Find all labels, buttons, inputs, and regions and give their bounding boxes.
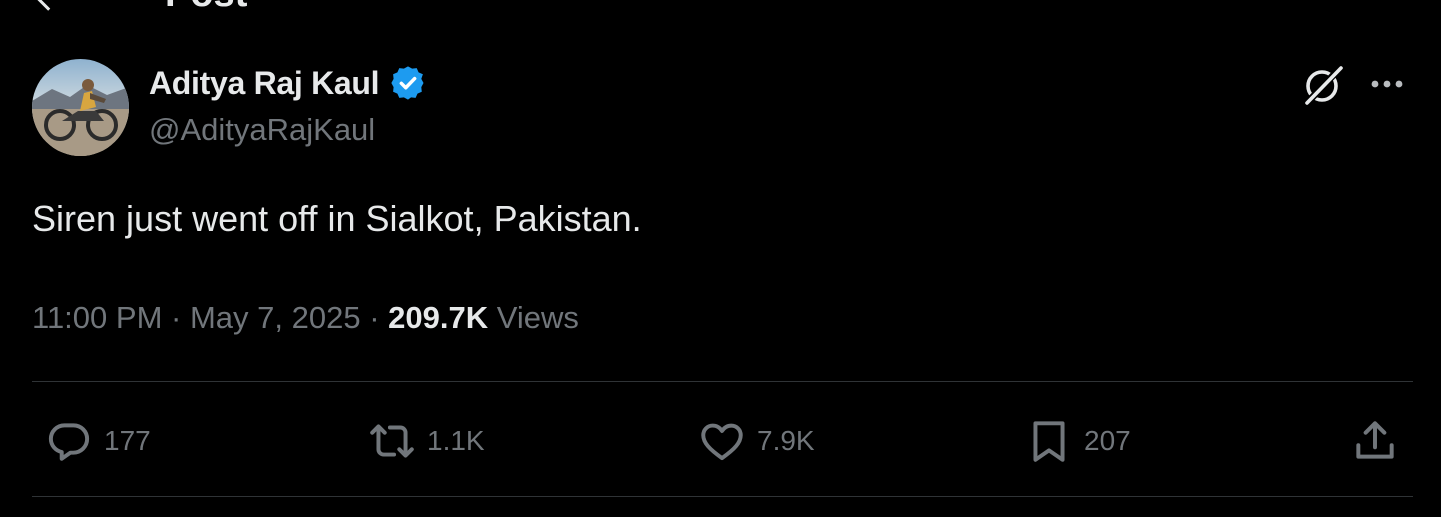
repost-button[interactable]: 1.1K <box>367 416 485 466</box>
meta-separator: · <box>171 300 182 335</box>
repost-icon <box>370 424 414 458</box>
verified-badge-icon <box>391 66 424 100</box>
divider-bottom <box>32 496 1413 497</box>
avatar-motorcycle-photo <box>32 59 129 156</box>
meta-separator: · <box>369 300 380 335</box>
display-name[interactable]: Aditya Raj Kaul <box>149 65 380 102</box>
share-button[interactable] <box>1350 416 1400 466</box>
page-title: Post <box>165 0 247 14</box>
repost-count: 1.1K <box>427 425 485 456</box>
arrow-left-icon[interactable] <box>30 0 66 16</box>
author-handle[interactable]: @AdityaRajKaul <box>149 112 375 148</box>
bookmark-button[interactable]: 207 <box>1024 416 1131 466</box>
views-count: 209.7K <box>388 300 489 335</box>
post-time[interactable]: 11:00 PM <box>32 300 162 335</box>
divider-top <box>32 381 1413 382</box>
grok-icon[interactable] <box>1300 60 1348 108</box>
like-count: 7.9K <box>757 425 815 456</box>
views-label: Views <box>496 300 579 335</box>
heart-icon <box>701 423 743 461</box>
reply-count: 177 <box>104 425 151 456</box>
avatar[interactable] <box>32 59 129 156</box>
post-meta: 11:00 PM · May 7, 2025 · 209.7K Views <box>32 296 579 340</box>
share-icon <box>1356 421 1394 459</box>
post-date[interactable]: May 7, 2025 <box>190 300 361 335</box>
more-horizontal-icon[interactable] <box>1366 64 1408 104</box>
bookmark-icon <box>1033 421 1065 462</box>
post-text: Siren just went off in Sialkot, Pakistan… <box>32 198 642 239</box>
reply-button[interactable]: 177 <box>44 416 151 466</box>
top-header: Post <box>0 0 1441 14</box>
like-button[interactable]: 7.9K <box>697 416 815 466</box>
reply-icon <box>48 423 90 461</box>
author-name-row[interactable]: Aditya Raj Kaul <box>149 63 427 103</box>
bookmark-count: 207 <box>1084 425 1131 456</box>
